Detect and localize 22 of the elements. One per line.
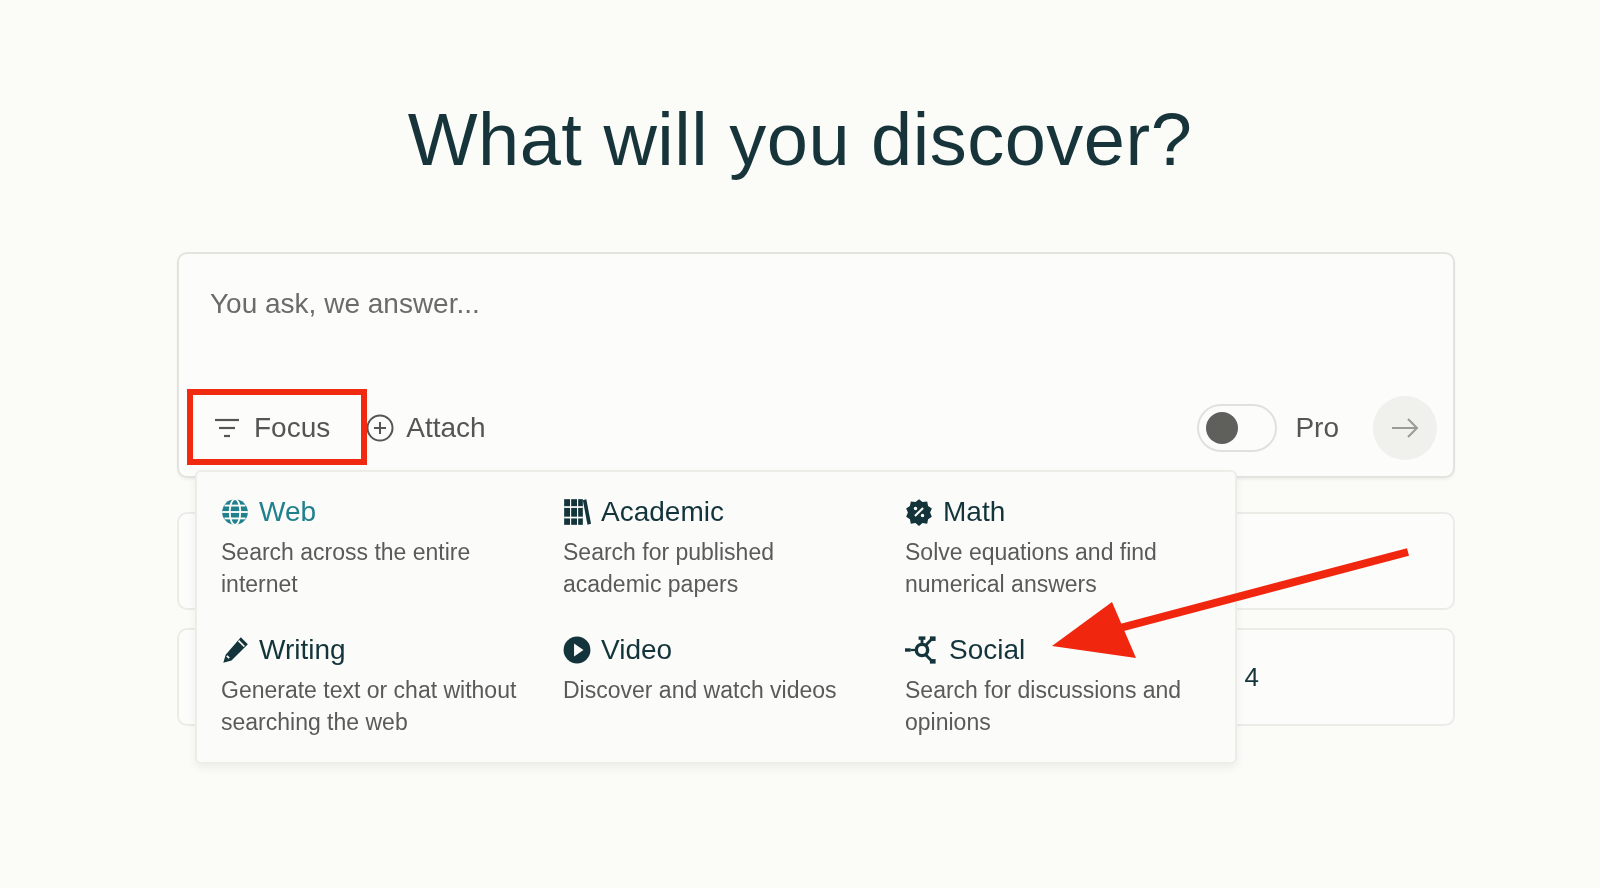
- pro-label: Pro: [1295, 412, 1339, 444]
- globe-icon: [221, 498, 249, 526]
- focus-option[interactable]: Writing Generate text or chat without searching the web: [221, 632, 563, 770]
- card-text: 4: [1244, 661, 1259, 693]
- badge-percent-icon: [905, 498, 933, 526]
- filter-icon: [214, 417, 240, 439]
- focus-option[interactable]: Web Search across the entire internet: [221, 494, 563, 632]
- pro-toggle[interactable]: [1197, 404, 1278, 452]
- search-box[interactable]: You ask, we answer... Focus Attach Pro: [177, 252, 1455, 478]
- question-input[interactable]: You ask, we answer...: [190, 288, 1110, 320]
- books-icon: [563, 498, 591, 526]
- focus-option[interactable]: Academic Search for published academic papers: [563, 494, 905, 632]
- focus-option[interactable]: Video Discover and watch videos: [563, 632, 905, 770]
- network-icon: [905, 636, 939, 664]
- page-heading: What will you discover?: [406, 97, 1194, 182]
- attach-button[interactable]: Attach: [366, 412, 486, 444]
- focus-option[interactable]: Math Solve equations and find numerical answers: [905, 494, 1247, 632]
- focus-button[interactable]: Focus: [190, 398, 353, 458]
- plus-circle-icon: [366, 414, 395, 442]
- pencil-icon: [221, 636, 249, 664]
- arrow-right-icon: [1391, 417, 1419, 439]
- play-icon: [563, 636, 591, 664]
